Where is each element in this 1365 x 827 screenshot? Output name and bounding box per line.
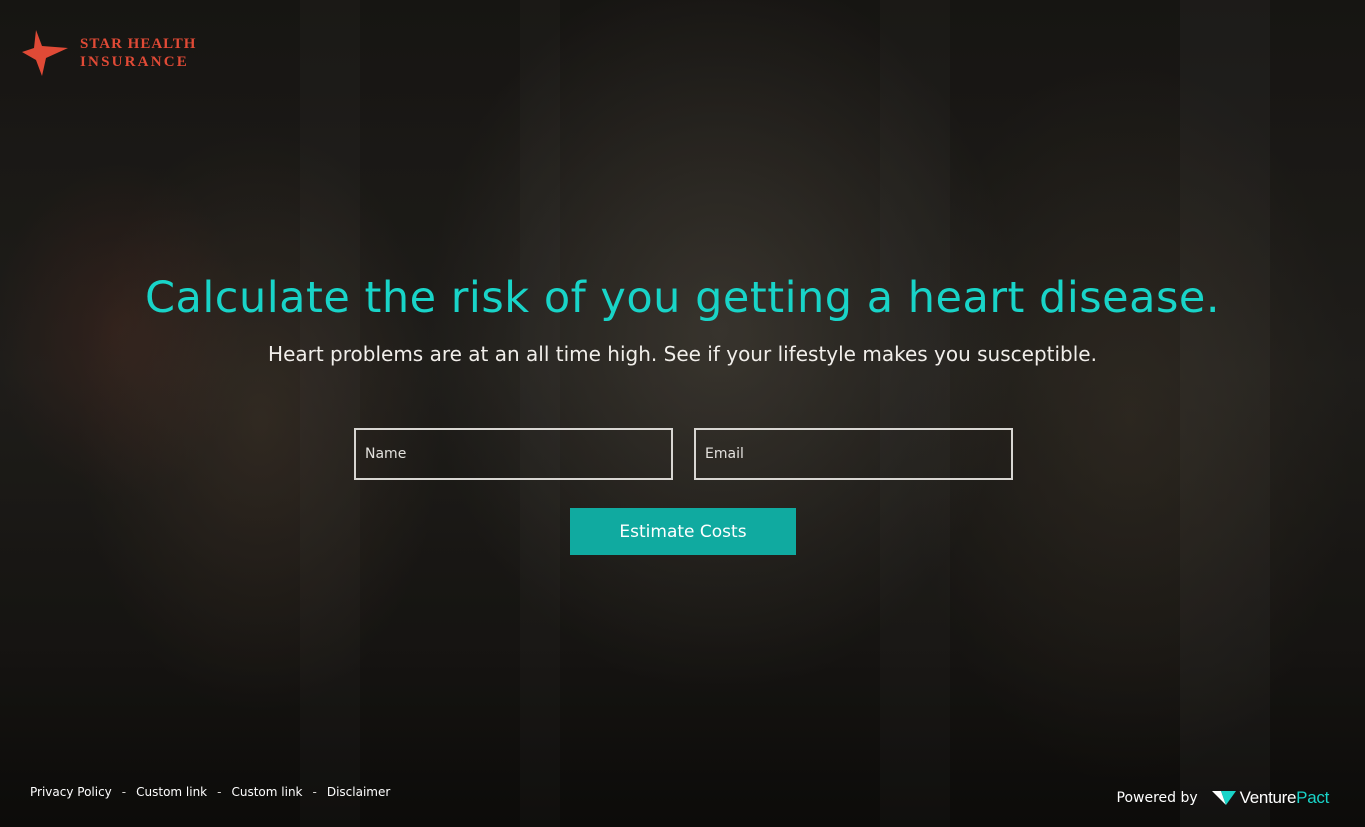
name-field[interactable] xyxy=(354,428,673,480)
custom-link-1[interactable]: Custom link xyxy=(136,785,207,799)
brand-name-line2: INSURANCE xyxy=(80,54,189,70)
page-title: Calculate the risk of you getting a hear… xyxy=(144,273,1220,323)
star-icon xyxy=(22,30,68,76)
footer-separator: - xyxy=(121,785,127,799)
footer-separator: - xyxy=(312,785,317,799)
venturepact-wordmark-part1: Venture xyxy=(1239,788,1297,807)
email-field[interactable] xyxy=(694,428,1013,480)
footer-separator: - xyxy=(217,785,222,799)
hero-section: Calculate the risk of you getting a hear… xyxy=(0,268,1365,368)
custom-link-2[interactable]: Custom link xyxy=(231,785,302,799)
brand-name-line1: STAR HEALTH xyxy=(80,36,197,52)
venturepact-logo[interactable]: VenturePact xyxy=(1211,788,1330,808)
brand-name: STAR HEALTH INSURANCE xyxy=(80,35,196,71)
footer-links: Privacy Policy - Custom link - Custom li… xyxy=(30,785,390,799)
powered-by-label: Powered by xyxy=(1116,790,1198,806)
venturepact-wordmark: VenturePact xyxy=(1239,788,1330,808)
lead-form xyxy=(354,428,1013,480)
estimate-costs-button[interactable]: Estimate Costs xyxy=(570,508,796,555)
brand-logo[interactable]: STAR HEALTH INSURANCE xyxy=(22,28,196,78)
privacy-policy-link[interactable]: Privacy Policy xyxy=(30,785,112,799)
background-overlay xyxy=(0,0,1365,827)
landing-page: STAR HEALTH INSURANCE Calculate the risk… xyxy=(0,0,1365,827)
powered-by: Powered by VenturePact xyxy=(1117,788,1330,808)
page-subtitle: Heart problems are at an all time high. … xyxy=(268,342,1097,366)
venturepact-logo-icon xyxy=(1211,791,1236,805)
venturepact-wordmark-part2: Pact xyxy=(1296,788,1329,807)
disclaimer-link[interactable]: Disclaimer xyxy=(327,785,390,799)
